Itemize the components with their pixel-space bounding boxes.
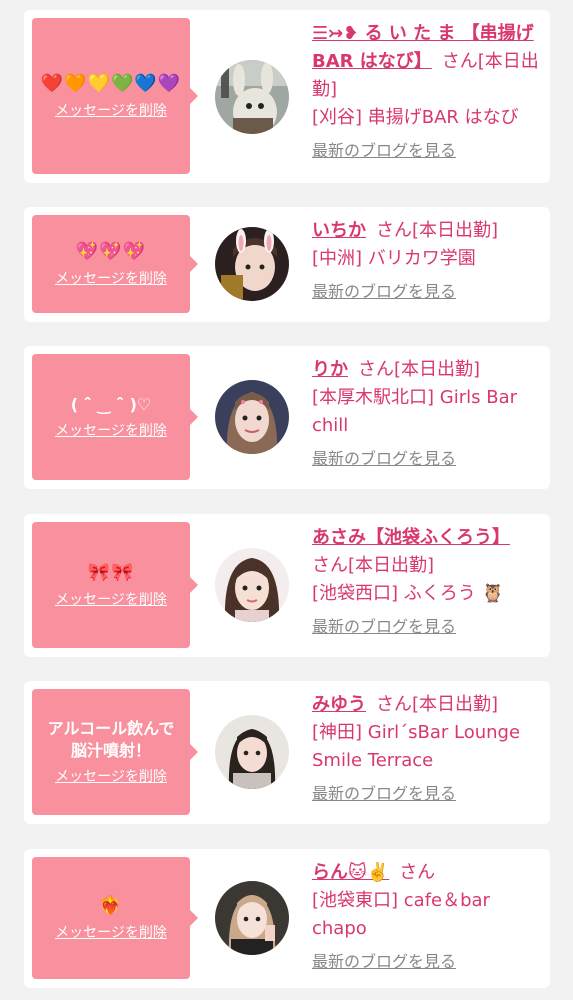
shop-name: [池袋西口] ふくろう 🦉 <box>312 583 504 604</box>
avatar[interactable] <box>215 380 289 454</box>
message-card: ❤️‍🔥 メッセージを削除 らん🐱✌️ さん [池袋東口] cafe＆bar ch… <box>24 849 550 988</box>
message-card: ❤️🧡💛💚💙💜 メッセージを削除 ☰↣❥ る い た ま 【串揚げBAR はなび… <box>24 10 550 183</box>
cast-name-link[interactable]: いちか <box>312 220 366 241</box>
avatar[interactable] <box>215 881 289 955</box>
avatar-image <box>215 881 289 955</box>
message-card: アルコール飲んで 脳汁噴射！ メッセージを削除 みゆう さん[本日出勤] [神田]… <box>24 681 550 824</box>
delete-message-link[interactable]: メッセージを削除 <box>55 591 167 609</box>
shop-name: [中洲] バリカワ学園 <box>312 248 476 269</box>
message-text: 💖💖💖 <box>75 241 147 262</box>
cast-status: さん[本日出勤] <box>376 220 499 241</box>
message-card: ( ˆ̑ ‿ ˆ̑ )♡ メッセージを削除 りか さん[本日出勤] [本厚木駅北口… <box>24 346 550 489</box>
message-bubble: ❤️🧡💛💚💙💜 メッセージを削除 <box>32 18 198 174</box>
avatar-image <box>215 715 289 789</box>
delete-message-link[interactable]: メッセージを削除 <box>55 102 167 120</box>
latest-blog-link[interactable]: 最新のブログを見る <box>312 140 456 162</box>
message-bubble: 🎀🎀 メッセージを削除 <box>32 522 198 648</box>
message-text: 🎀🎀 <box>87 562 135 583</box>
delete-message-link[interactable]: メッセージを削除 <box>55 768 167 786</box>
avatar-image <box>215 380 289 454</box>
message-list: ❤️🧡💛💚💙💜 メッセージを削除 ☰↣❥ る い た ま 【串揚げBAR はなび… <box>0 0 573 1000</box>
avatar-image <box>215 227 289 301</box>
cast-name-link[interactable]: みゆう <box>312 694 366 715</box>
shop-name: [神田] Girl´sBar Lounge Smile Terrace <box>312 722 521 771</box>
message-bubble: アルコール飲んで 脳汁噴射！ メッセージを削除 <box>32 689 198 815</box>
latest-blog-link[interactable]: 最新のブログを見る <box>312 783 456 805</box>
message-card: 💖💖💖 メッセージを削除 いちか さん[本日出勤] [中洲] バリカワ学園 最新の… <box>24 207 550 322</box>
cast-info: らん🐱✌️ さん [池袋東口] cafe＆bar chapo 最新のブログを見る <box>312 859 540 976</box>
shop-name: [刈谷] 串揚げBAR はなび <box>312 107 519 128</box>
delete-message-link[interactable]: メッセージを削除 <box>55 422 167 440</box>
message-text: ❤️‍🔥 <box>99 895 123 916</box>
delete-message-link[interactable]: メッセージを削除 <box>55 924 167 942</box>
avatar[interactable] <box>215 60 289 134</box>
message-text: アルコール飲んで 脳汁噴射！ <box>47 719 175 760</box>
shop-name: [池袋東口] cafe＆bar chapo <box>312 890 490 939</box>
cast-status: さん <box>399 862 436 883</box>
cast-info: みゆう さん[本日出勤] [神田] Girl´sBar Lounge Smile … <box>312 691 540 808</box>
cast-name-link[interactable]: りか <box>312 359 348 380</box>
avatar-image <box>215 60 289 134</box>
cast-info: りか さん[本日出勤] [本厚木駅北口] Girls Bar chill 最新のブ… <box>312 356 540 473</box>
avatar[interactable] <box>215 227 289 301</box>
message-card: 🎀🎀 メッセージを削除 あさみ【池袋ふくろう】 さん[本日出勤] [池袋西口] … <box>24 514 550 657</box>
message-text: ( ˆ̑ ‿ ˆ̑ )♡ <box>70 395 152 414</box>
cast-status: さん[本日出勤] <box>376 694 499 715</box>
cast-name-link[interactable]: あさみ【池袋ふくろう】 <box>312 527 510 548</box>
delete-message-link[interactable]: メッセージを削除 <box>55 270 167 288</box>
latest-blog-link[interactable]: 最新のブログを見る <box>312 281 456 303</box>
message-text: ❤️🧡💛💚💙💜 <box>40 73 182 94</box>
latest-blog-link[interactable]: 最新のブログを見る <box>312 616 456 638</box>
avatar[interactable] <box>215 715 289 789</box>
cast-name-link[interactable]: らん🐱✌️ <box>312 862 389 883</box>
avatar-image <box>215 548 289 622</box>
latest-blog-link[interactable]: 最新のブログを見る <box>312 448 456 470</box>
message-bubble: ❤️‍🔥 メッセージを削除 <box>32 857 198 979</box>
message-bubble: 💖💖💖 メッセージを削除 <box>32 215 198 313</box>
cast-status: さん[本日出勤] <box>358 359 481 380</box>
cast-info: ☰↣❥ る い た ま 【串揚げBAR はなび】 さん[本日出勤] [刈谷] 串揚… <box>312 20 540 165</box>
latest-blog-link[interactable]: 最新のブログを見る <box>312 951 456 973</box>
avatar[interactable] <box>215 548 289 622</box>
cast-info: あさみ【池袋ふくろう】 さん[本日出勤] [池袋西口] ふくろう 🦉 最新のブロ… <box>312 524 540 641</box>
cast-info: いちか さん[本日出勤] [中洲] バリカワ学園 最新のブログを見る <box>312 217 540 306</box>
message-bubble: ( ˆ̑ ‿ ˆ̑ )♡ メッセージを削除 <box>32 354 198 480</box>
cast-status: さん[本日出勤] <box>312 555 435 576</box>
shop-name: [本厚木駅北口] Girls Bar chill <box>312 387 517 436</box>
